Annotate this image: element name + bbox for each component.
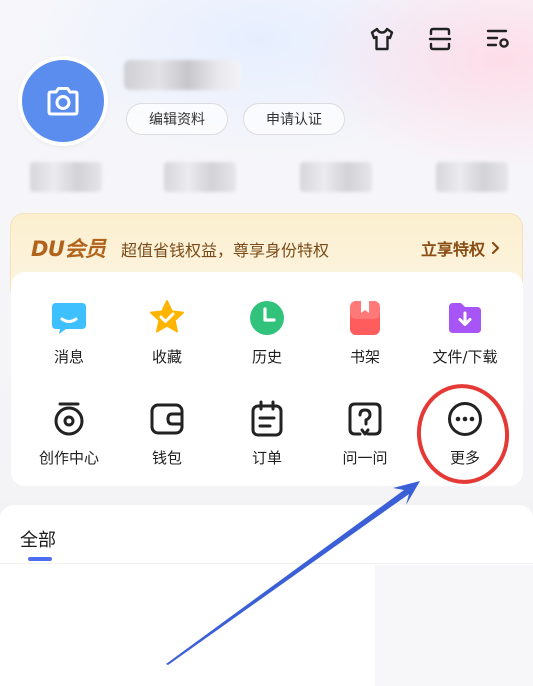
bookshelf-icon [345, 298, 385, 338]
scan-icon [428, 27, 452, 51]
menu-label: 订单 [251, 449, 282, 467]
menu-label: 创作中心 [38, 449, 99, 467]
menu-item-history[interactable]: 历史 [217, 298, 317, 367]
menu-label: 消息 [53, 348, 84, 366]
star-icon [147, 298, 187, 338]
order-icon [247, 399, 287, 439]
menu-label: 收藏 [151, 348, 182, 366]
menu-label: 书架 [349, 348, 380, 366]
vip-cta-link[interactable]: 立享特权 [421, 236, 500, 260]
menu-label: 历史 [251, 348, 282, 366]
menu-item-creation-center[interactable]: 创作中心 [19, 399, 119, 468]
question-icon [345, 399, 385, 439]
wallet-icon [147, 399, 187, 439]
settings-button[interactable] [481, 22, 515, 56]
menu-item-wallet[interactable]: 钱包 [117, 399, 217, 468]
skin-button[interactable] [365, 22, 399, 56]
tab-divider [0, 563, 533, 564]
tshirt-icon [370, 27, 394, 51]
creation-center-icon [49, 399, 89, 439]
menu-item-favorites[interactable]: 收藏 [117, 298, 217, 367]
menu-item-ask[interactable]: 问一问 [315, 399, 415, 468]
more-icon [445, 399, 485, 439]
menu-label: 问一问 [342, 449, 388, 467]
chevron-right-icon [491, 241, 500, 255]
stat-blurred-4[interactable] [436, 162, 508, 192]
avatar[interactable] [18, 56, 108, 146]
menu-item-bookshelf[interactable]: 书架 [315, 298, 415, 367]
scan-button[interactable] [423, 22, 457, 56]
menu-item-orders[interactable]: 订单 [217, 399, 317, 468]
username-blurred [124, 60, 240, 90]
camera-icon [47, 87, 79, 116]
top-toolbar [365, 22, 515, 56]
clock-icon [247, 298, 287, 338]
menu-item-files-download[interactable]: 文件/下载 [415, 298, 515, 367]
content-card: 全部 [0, 505, 533, 686]
content-placeholder [375, 565, 533, 686]
vip-cta-label: 立享特权 [420, 240, 485, 259]
apply-certification-button[interactable]: 申请认证 [243, 103, 345, 135]
vip-logo: DU会员 [31, 237, 106, 261]
menu-label: 文件/下载 [432, 348, 498, 366]
tab-all[interactable]: 全部 [20, 526, 56, 552]
menu-item-more[interactable]: 更多 [415, 399, 515, 468]
menu-label: 更多 [449, 449, 480, 467]
stat-blurred-1[interactable] [30, 162, 102, 192]
menu-label: 钱包 [151, 449, 182, 467]
stat-blurred-3[interactable] [300, 162, 372, 192]
download-folder-icon [445, 298, 485, 338]
stat-blurred-2[interactable] [164, 162, 236, 192]
edit-profile-button[interactable]: 编辑资料 [126, 103, 228, 135]
feature-menu-card: 消息 收藏 历史 书架 文件/下载 创作中心 钱包 订单 问一问 更多 [11, 272, 523, 486]
message-icon [49, 298, 89, 338]
vip-slogan: 超值省钱权益，尊享身份特权 [121, 241, 330, 260]
settings-list-icon [486, 29, 509, 48]
tab-active-indicator [28, 557, 52, 561]
menu-item-message[interactable]: 消息 [19, 298, 119, 367]
